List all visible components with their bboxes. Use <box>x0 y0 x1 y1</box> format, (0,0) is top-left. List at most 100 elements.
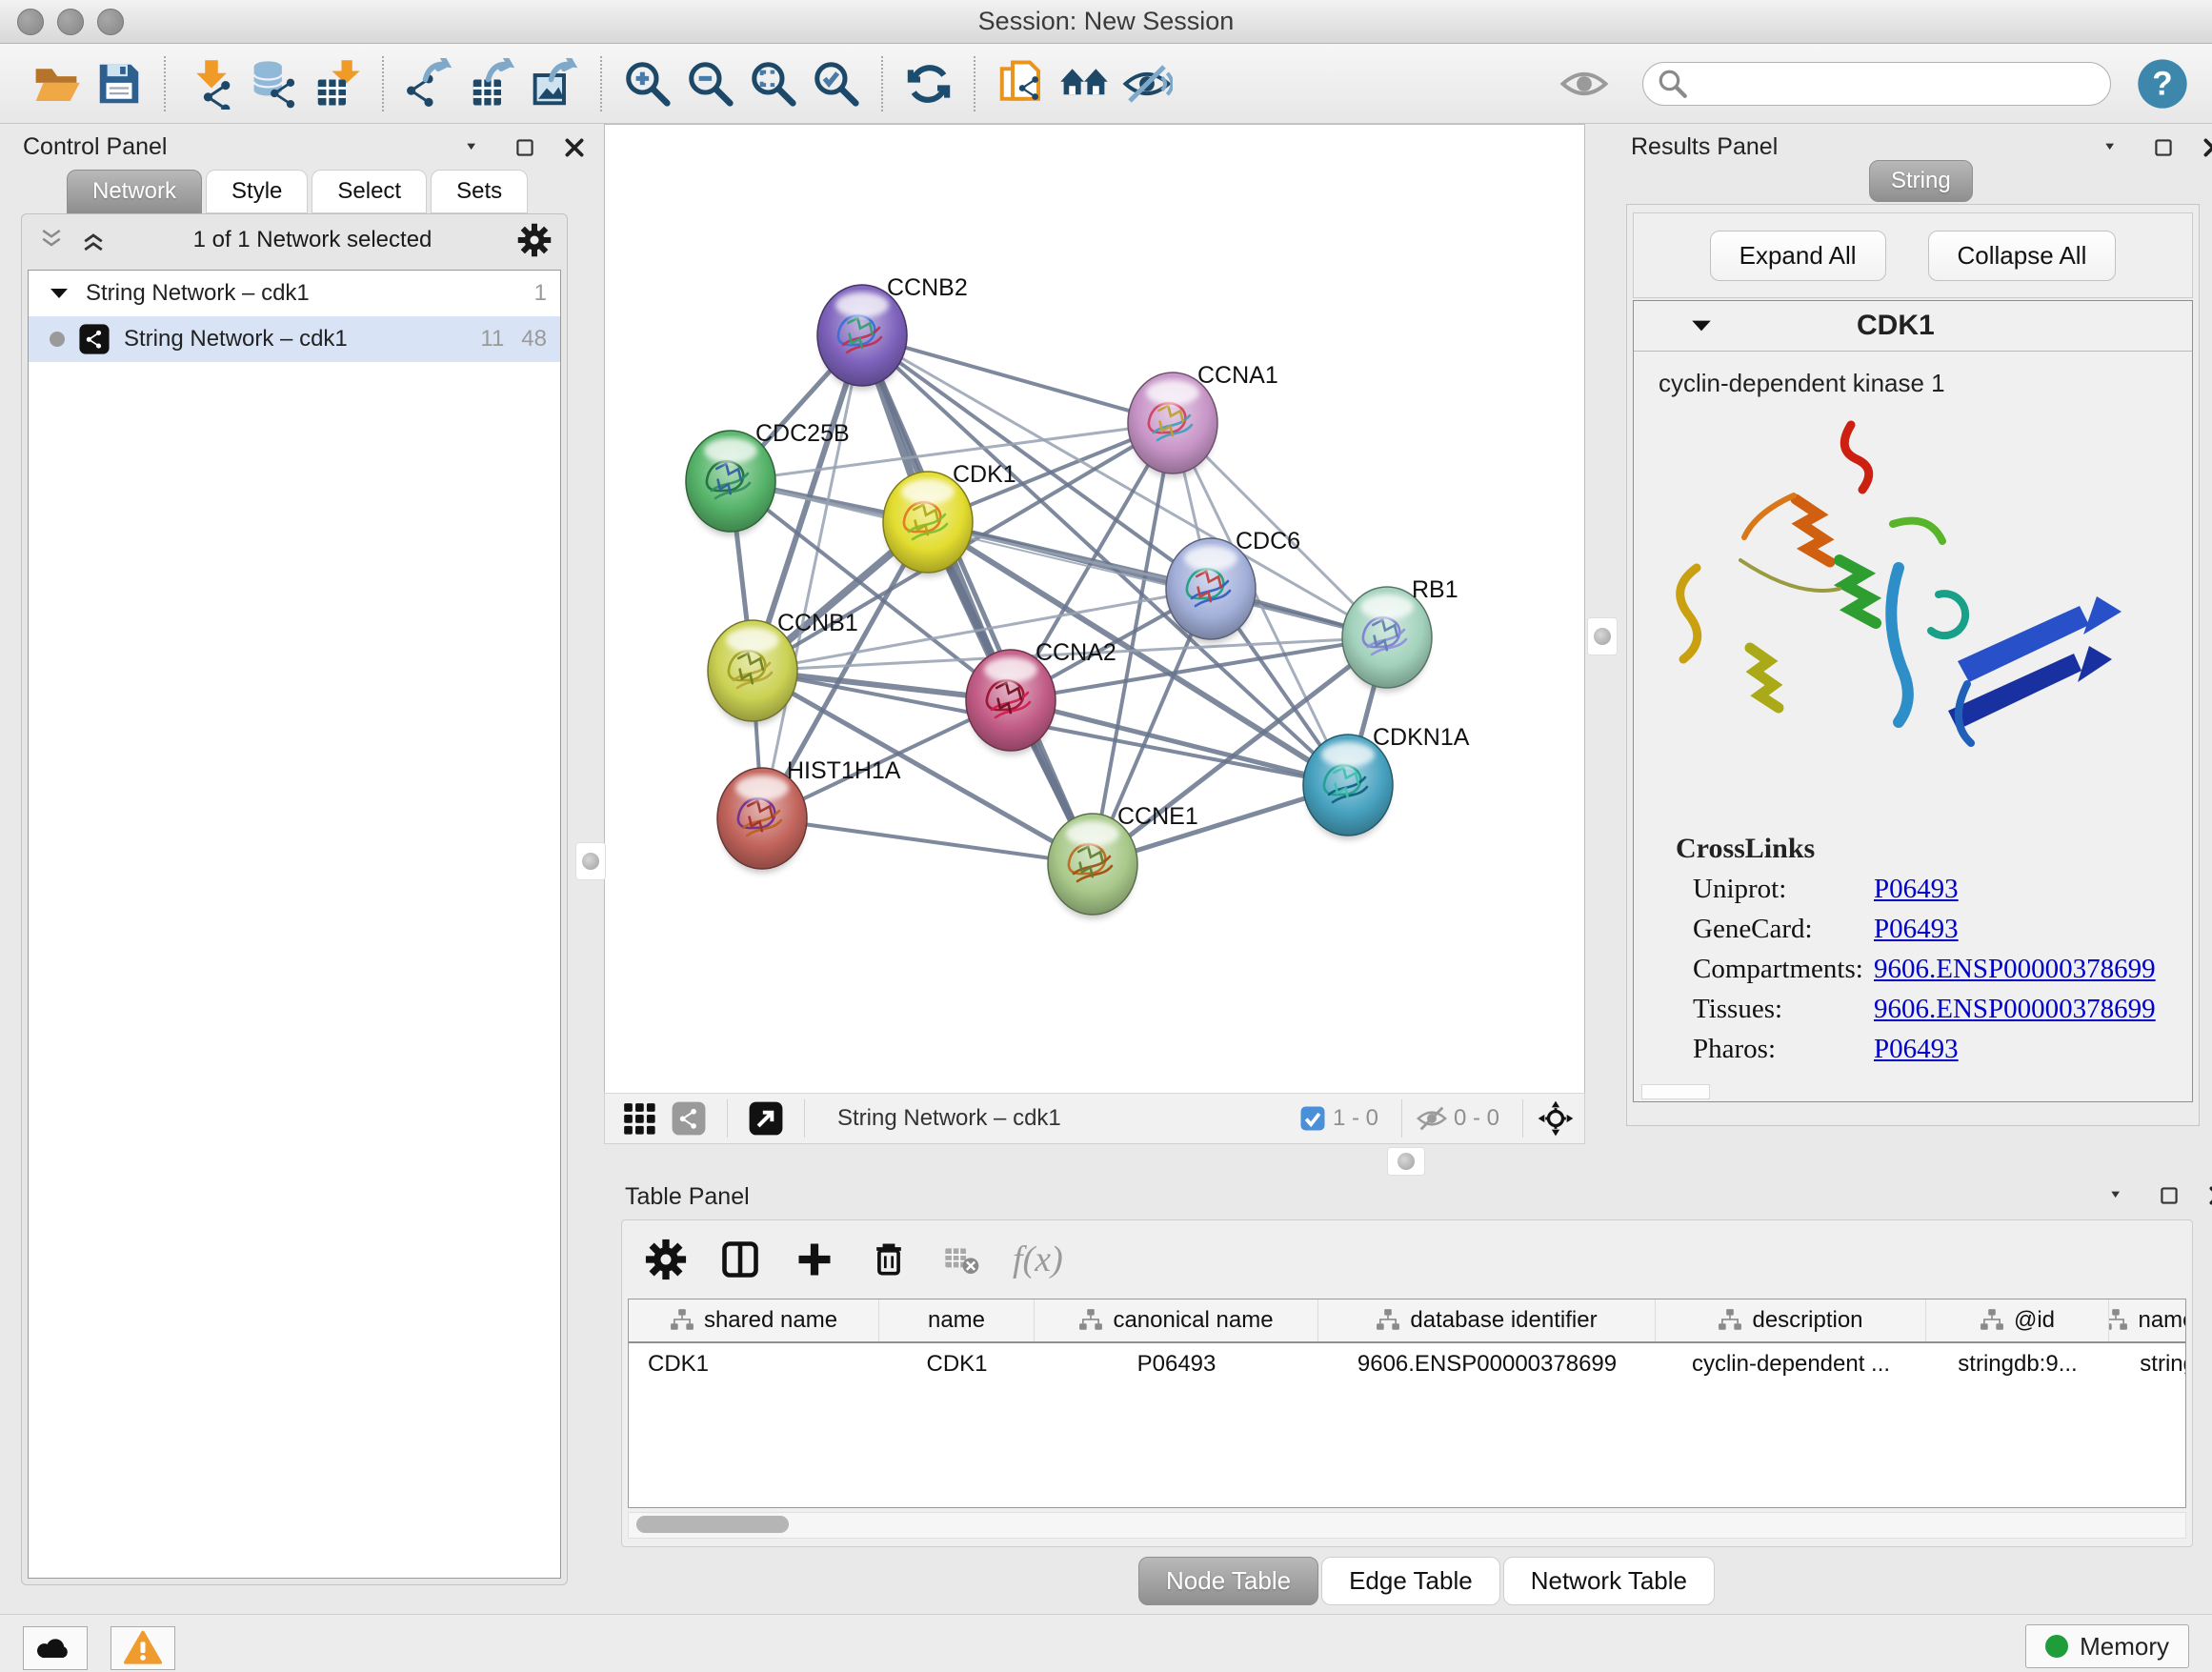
panel-menu-icon[interactable] <box>2101 135 2126 160</box>
results-scrollbar-nub[interactable] <box>1641 1084 1710 1099</box>
gene-card-expander-icon[interactable] <box>1689 313 1714 338</box>
panel-float-icon[interactable] <box>2157 1183 2182 1208</box>
network-node-CDC6[interactable]: CDC6 <box>1166 528 1300 644</box>
zoom-selected-icon[interactable] <box>805 52 868 115</box>
network-collection-row[interactable]: String Network – cdk1 1 <box>29 271 560 316</box>
column-header-canonical-name[interactable]: canonical name <box>1035 1299 1318 1341</box>
import-network-icon[interactable] <box>180 52 243 115</box>
network-options-gear-icon[interactable] <box>517 223 552 257</box>
collapse-all-icon[interactable] <box>37 226 66 254</box>
delete-column-icon[interactable] <box>868 1239 910 1280</box>
cloud-icon <box>36 1629 74 1667</box>
column-header-namespace[interactable]: namespace <box>2109 1299 2186 1341</box>
network-edge[interactable] <box>762 335 862 818</box>
crosslink-link[interactable]: 9606.ENSP00000378699 <box>1874 994 2156 1025</box>
network-node-RB1[interactable]: RB1 <box>1342 576 1458 693</box>
table-cell[interactable]: P06493 <box>1035 1343 1318 1385</box>
panel-close-icon[interactable] <box>2206 1183 2212 1208</box>
table-cell[interactable]: CDK1 <box>629 1343 879 1385</box>
bottom-splitter-grip[interactable] <box>1387 1147 1425 1176</box>
network-edge[interactable] <box>762 818 1093 864</box>
network-node-CCNB1[interactable]: CCNB1 <box>708 610 858 726</box>
left-splitter-grip[interactable] <box>575 842 606 880</box>
network-edge[interactable] <box>862 335 1093 864</box>
import-database-icon[interactable] <box>243 52 306 115</box>
network-node-CDKN1A[interactable]: CDKN1A <box>1303 724 1470 840</box>
table-cell[interactable]: stringdb <box>2109 1343 2186 1385</box>
panel-close-icon[interactable] <box>2201 135 2212 160</box>
crosslink-link[interactable]: P06493 <box>1874 1034 1959 1065</box>
tab-string[interactable]: String <box>1869 160 1973 202</box>
crosslink-link[interactable]: 9606.ENSP00000378699 <box>1874 954 2156 985</box>
import-table-icon[interactable] <box>306 52 369 115</box>
tab-sets[interactable]: Sets <box>431 170 528 213</box>
duplicate-network-icon[interactable] <box>990 52 1053 115</box>
panel-float-icon[interactable] <box>2151 135 2176 160</box>
grid-view-icon[interactable] <box>614 1098 664 1139</box>
memory-button[interactable]: Memory <box>2025 1624 2189 1668</box>
control-panel-tabs: NetworkStyleSelectSets <box>67 170 532 213</box>
collapse-all-button[interactable]: Collapse All <box>1928 231 2117 281</box>
gene-card-header[interactable]: CDK1 <box>1634 301 2192 352</box>
crosslink-link[interactable]: P06493 <box>1874 874 1959 905</box>
export-table-icon[interactable] <box>461 52 524 115</box>
zoom-fit-icon[interactable] <box>742 52 805 115</box>
network-row[interactable]: String Network – cdk1 11 48 <box>29 316 560 362</box>
column-header-database-identifier[interactable]: database identifier <box>1318 1299 1656 1341</box>
collection-expander-icon[interactable] <box>48 282 70 305</box>
network-canvas[interactable]: CCNB2 CCNA1 CDC25B CDK1 CDC6 RB1 CCNB1 <box>604 124 1585 1094</box>
network-view-icon[interactable] <box>664 1098 714 1139</box>
table-scrollbar-thumb[interactable] <box>636 1516 789 1533</box>
panel-close-icon[interactable] <box>562 135 587 160</box>
network-node-CCNA1[interactable]: CCNA1 <box>1128 362 1278 478</box>
export-image-icon[interactable] <box>524 52 587 115</box>
column-header-shared-name[interactable]: shared name <box>629 1299 879 1341</box>
zoom-in-icon[interactable] <box>616 52 679 115</box>
panel-menu-icon[interactable] <box>463 135 488 160</box>
tab-select[interactable]: Select <box>312 170 427 213</box>
network-node-CDK1[interactable]: CDK1 <box>883 461 1016 577</box>
expand-all-icon[interactable] <box>79 226 108 254</box>
tab-network[interactable]: Network <box>67 170 202 213</box>
save-icon[interactable] <box>88 52 151 115</box>
refresh-icon[interactable] <box>897 52 960 115</box>
column-header-name[interactable]: name <box>879 1299 1035 1341</box>
panel-float-icon[interactable] <box>513 135 537 160</box>
first-neighbors-icon[interactable] <box>1053 52 1116 115</box>
search-box[interactable] <box>1642 62 2111 106</box>
help-button[interactable]: ? <box>2136 57 2189 111</box>
tab-style[interactable]: Style <box>206 170 308 213</box>
tab-edge-table[interactable]: Edge Table <box>1321 1557 1500 1605</box>
column-header-description[interactable]: description <box>1656 1299 1926 1341</box>
expand-all-button[interactable]: Expand All <box>1710 231 1886 281</box>
table-cell[interactable]: CDK1 <box>879 1343 1035 1385</box>
show-hide-graphics-icon[interactable] <box>1116 52 1178 115</box>
selected-checkbox-icon[interactable] <box>1298 1104 1327 1133</box>
cloud-button[interactable] <box>23 1626 88 1670</box>
level-of-detail-icon[interactable] <box>1553 52 1616 115</box>
table-cell[interactable]: stringdb:9... <box>1926 1343 2109 1385</box>
fit-content-crosshair-icon[interactable] <box>1537 1099 1575 1138</box>
table-cell[interactable]: cyclin-dependent ... <box>1656 1343 1926 1385</box>
right-splitter-grip[interactable] <box>1587 617 1618 655</box>
table-horizontal-scrollbar[interactable] <box>628 1512 2186 1539</box>
warnings-button[interactable] <box>111 1626 175 1670</box>
column-header--id[interactable]: @id <box>1926 1299 2109 1341</box>
tab-node-table[interactable]: Node Table <box>1138 1557 1318 1605</box>
table-row[interactable]: CDK1CDK1P064939606.ENSP00000378699cyclin… <box>629 1343 2185 1385</box>
table-cell[interactable]: 9606.ENSP00000378699 <box>1318 1343 1656 1385</box>
tab-network-table[interactable]: Network Table <box>1503 1557 1715 1605</box>
table-options-gear-icon[interactable] <box>645 1239 687 1280</box>
panel-menu-icon[interactable] <box>2107 1183 2132 1208</box>
open-file-icon[interactable] <box>25 52 88 115</box>
add-column-icon[interactable] <box>794 1239 835 1280</box>
show-columns-icon[interactable] <box>719 1239 761 1280</box>
zoom-out-icon[interactable] <box>679 52 742 115</box>
search-input[interactable] <box>1699 70 2097 98</box>
crosslink-link[interactable]: P06493 <box>1874 914 1959 945</box>
network-node-HIST1H1A[interactable]: HIST1H1A <box>717 757 901 874</box>
network-node-CCNE1[interactable]: CCNE1 <box>1048 803 1198 919</box>
export-network-icon[interactable] <box>398 52 461 115</box>
network-node-CCNB2[interactable]: CCNB2 <box>817 274 968 391</box>
open-in-window-icon[interactable] <box>741 1098 791 1139</box>
